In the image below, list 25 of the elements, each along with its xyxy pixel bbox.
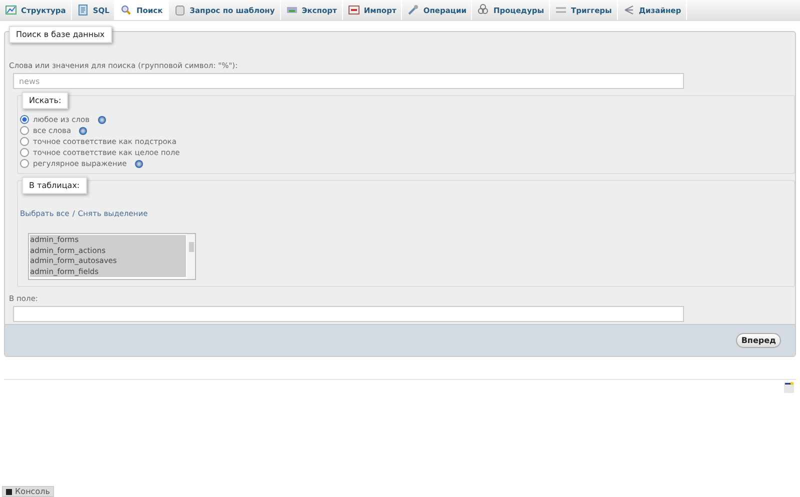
radio-button[interactable] [20,137,29,146]
help-icon[interactable] [79,126,88,134]
help-icon[interactable] [134,160,143,168]
input-field[interactable] [13,306,684,322]
radio-button[interactable] [20,126,29,135]
branch-icon [622,4,635,16]
radio-button[interactable] [20,115,29,124]
submit-button[interactable]: Вперед [736,333,781,348]
wrench-icon [407,4,420,16]
panel-legend: Поиск в базе данных [9,26,112,43]
document-icon [76,4,89,16]
help-icon[interactable] [98,116,106,124]
console-button[interactable]: Консоль [2,486,54,497]
scrollbar[interactable] [187,234,195,279]
gears-icon [477,4,490,16]
chart-icon [5,4,17,16]
export-icon [286,4,298,16]
console-icon [6,488,12,494]
group-legend: В таблицах: [22,177,87,194]
radio-button[interactable] [20,148,29,157]
page-icon[interactable] [784,382,794,393]
group-legend: Искать: [22,92,68,109]
import-icon [348,4,360,16]
magnifier-icon [120,4,132,16]
radio-button[interactable] [20,159,29,168]
